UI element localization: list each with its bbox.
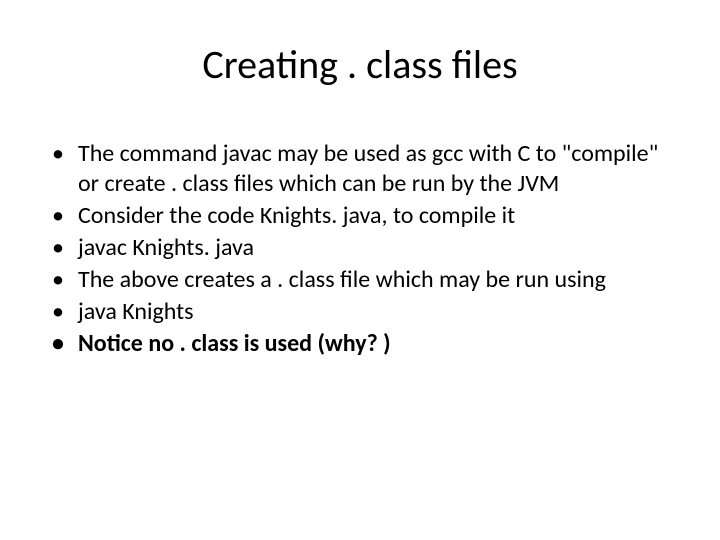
list-item: Consider the code Knights. java, to comp… (40, 201, 680, 231)
list-item: Notice no . class is used (why? ) (40, 329, 680, 359)
list-item: java Knights (40, 297, 680, 327)
bullet-text: The above creates a . class file which m… (78, 265, 606, 294)
bullet-text: The command javac may be used as gcc wit… (78, 139, 658, 198)
bullet-list: The command javac may be used as gcc wit… (40, 139, 680, 359)
slide-content: The command javac may be used as gcc wit… (40, 139, 680, 359)
bullet-text: javac Knights. java (78, 233, 254, 262)
bullet-text: java Knights (78, 297, 194, 326)
list-item: The above creates a . class file which m… (40, 265, 680, 295)
list-item: The command javac may be used as gcc wit… (40, 139, 680, 199)
bullet-text: Notice no . class is used (why? ) (78, 329, 391, 358)
list-item: javac Knights. java (40, 233, 680, 263)
slide-title: Creating . class files (40, 40, 680, 89)
bullet-text: Consider the code Knights. java, to comp… (78, 201, 515, 230)
